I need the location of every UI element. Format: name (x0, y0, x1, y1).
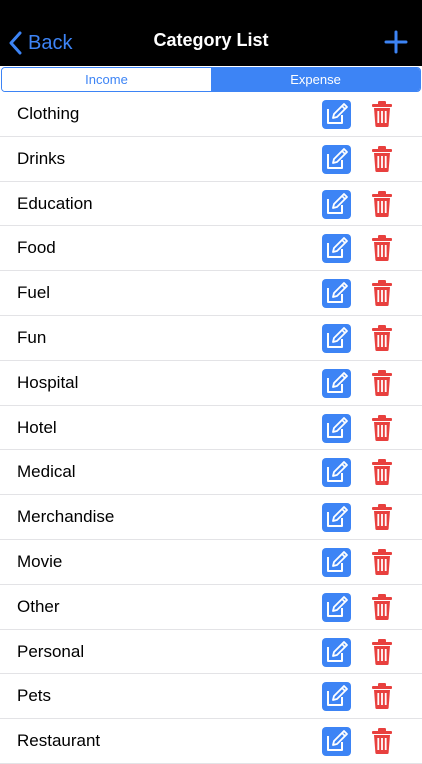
list-item-medical: Medical (0, 450, 422, 496)
trash-icon[interactable] (372, 414, 392, 441)
category-name: Restaurant (17, 731, 101, 751)
list-item-other: Other (0, 585, 422, 630)
trash-icon[interactable] (372, 638, 392, 665)
list-item-fuel: Fuel (0, 271, 422, 316)
trash-icon[interactable] (372, 504, 392, 531)
category-name: Medical (17, 462, 76, 482)
edit-pencil-icon[interactable] (322, 682, 351, 712)
segment-expense[interactable]: Expense (211, 68, 420, 91)
edit-pencil-icon[interactable] (322, 323, 351, 353)
list-item-food: Food (0, 226, 422, 272)
edit-pencil-icon[interactable] (322, 503, 351, 533)
category-name: Merchandise (17, 507, 115, 527)
list-item-pets: Pets (0, 674, 422, 720)
page-title: Category List (153, 30, 269, 50)
navigation-bar: Back Category List (0, 0, 422, 66)
trash-icon[interactable] (372, 145, 392, 172)
trash-icon[interactable] (372, 593, 392, 620)
edit-pencil-icon[interactable] (322, 234, 351, 264)
trash-icon[interactable] (372, 459, 392, 486)
category-name: Movie (17, 551, 63, 571)
category-list: Clothing Drinks Education Food Fuel Fun … (0, 92, 422, 764)
edit-pencil-icon[interactable] (322, 279, 351, 309)
edit-pencil-icon[interactable] (322, 100, 351, 129)
edit-pencil-icon[interactable] (322, 189, 351, 219)
trash-icon[interactable] (372, 728, 392, 755)
trash-icon[interactable] (372, 280, 392, 307)
list-item-fun: Fun (0, 316, 422, 361)
plus-icon[interactable] (384, 30, 408, 54)
edit-pencil-icon[interactable] (322, 458, 351, 488)
list-item-clothing: Clothing (0, 92, 422, 137)
category-name: Other (17, 596, 60, 616)
category-name: Education (17, 193, 93, 213)
edit-pencil-icon[interactable] (322, 592, 351, 622)
edit-pencil-icon[interactable] (322, 727, 351, 757)
list-item-personal: Personal (0, 630, 422, 675)
edit-pencil-icon[interactable] (322, 413, 351, 443)
list-item-movie: Movie (0, 540, 422, 585)
edit-pencil-icon[interactable] (322, 144, 351, 174)
segment-control-container: Income Expense (0, 66, 422, 92)
list-item-drinks: Drinks (0, 137, 422, 182)
list-item-hospital: Hospital (0, 361, 422, 406)
category-name: Hotel (17, 417, 57, 437)
category-name: Drinks (17, 148, 66, 168)
category-name: Hospital (17, 372, 79, 392)
segment-income[interactable]: Income (2, 68, 211, 91)
category-name: Food (17, 238, 56, 258)
trash-icon[interactable] (372, 324, 392, 351)
income-expense-segment: Income Expense (1, 67, 421, 92)
category-name: Personal (17, 641, 85, 661)
trash-icon[interactable] (372, 369, 392, 396)
trash-icon[interactable] (372, 235, 392, 262)
category-name: Fuel (17, 283, 51, 303)
list-item-hotel: Hotel (0, 406, 422, 451)
trash-icon[interactable] (372, 683, 392, 710)
edit-pencil-icon[interactable] (322, 637, 351, 667)
trash-icon[interactable] (372, 548, 392, 575)
category-name: Fun (17, 327, 47, 347)
list-item-restaurant: Restaurant (0, 719, 422, 764)
edit-pencil-icon[interactable] (322, 547, 351, 577)
category-name: Clothing (17, 104, 80, 123)
trash-icon[interactable] (372, 190, 392, 217)
list-item-merchandise: Merchandise (0, 495, 422, 540)
list-item-education: Education (0, 182, 422, 227)
edit-pencil-icon[interactable] (322, 368, 351, 398)
category-name: Pets (17, 686, 52, 706)
trash-icon[interactable] (372, 101, 392, 127)
